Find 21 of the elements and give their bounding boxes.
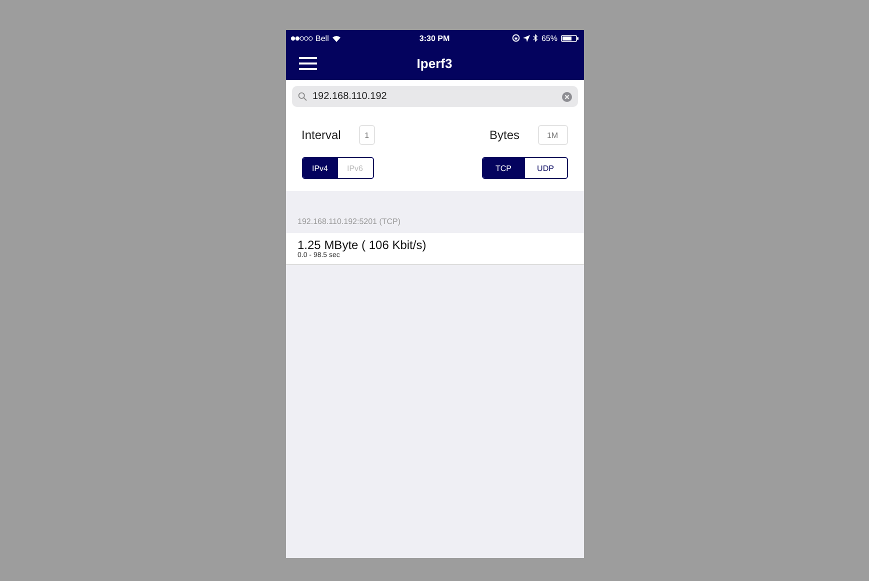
interval-field[interactable]: 1 — [358, 125, 375, 145]
bytes-label: Bytes — [489, 128, 520, 142]
interval-label: Interval — [302, 128, 341, 142]
clock: 3:30 PM — [419, 34, 450, 42]
carrier: Bell — [316, 34, 329, 42]
bytes-field[interactable]: 1M — [538, 125, 568, 145]
search-icon — [298, 92, 306, 101]
wifi-icon — [332, 34, 341, 42]
battery-icon — [560, 34, 578, 42]
signal-icon — [290, 36, 312, 40]
bluetooth-icon — [533, 34, 538, 42]
section-header: 192.168.110.192:5201 (TCP) — [298, 217, 401, 226]
app-title: Iperf3 — [416, 56, 452, 70]
search-field[interactable]: 192.168.110.192 — [292, 86, 578, 107]
ip-version-segment[interactable]: IPv4 — [302, 158, 338, 178]
clear-icon[interactable] — [562, 92, 572, 102]
result-title: 1.25 MByte ( 106 Kbit/s) — [298, 238, 428, 252]
menu-icon[interactable] — [298, 56, 316, 70]
protocol-segment[interactable]: TCP — [482, 158, 524, 178]
location-icon — [523, 34, 530, 42]
battery-percent: 65% — [541, 34, 558, 42]
